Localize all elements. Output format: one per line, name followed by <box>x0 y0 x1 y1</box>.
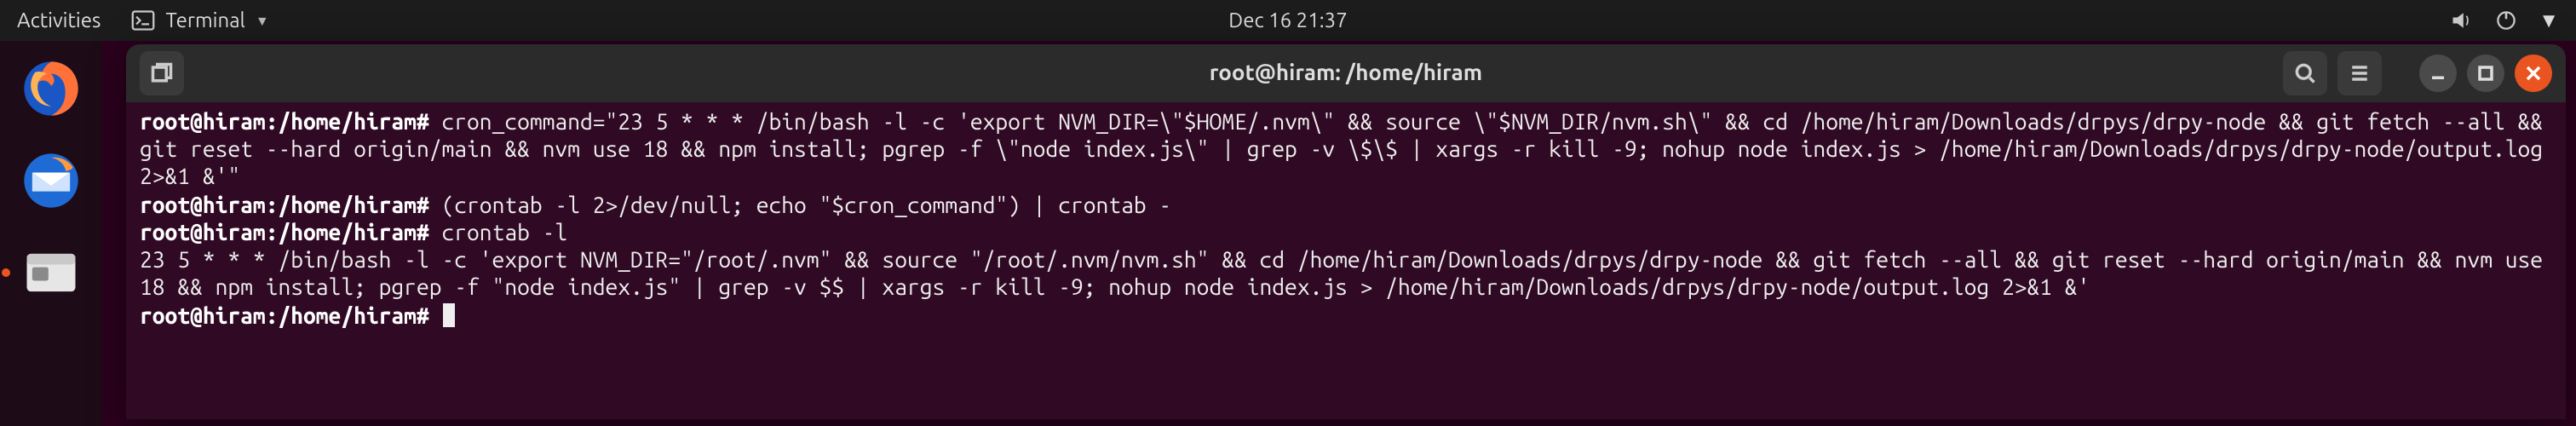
app-menu[interactable]: Terminal ▼ <box>131 9 268 32</box>
prompt: root@hiram:/home/hiram# <box>140 304 442 328</box>
terminal-line: root@hiram:/home/hiram# crontab -l <box>140 220 2552 247</box>
window-title: root@hiram: /home/hiram <box>1210 61 1482 85</box>
terminal-line: root@hiram:/home/hiram# cron_command="23… <box>140 109 2552 192</box>
terminal-line: 23 5 * * * /bin/bash -l -c 'export NVM_D… <box>140 247 2552 302</box>
dock-item-firefox[interactable] <box>14 51 89 126</box>
system-menu-chevron-icon[interactable]: ▼ <box>2539 9 2559 32</box>
minimize-button[interactable] <box>2419 55 2457 92</box>
terminal-text: (crontab -l 2>/dev/null; echo "$cron_com… <box>442 193 1172 217</box>
terminal-text: cron_command="23 5 * * * /bin/bash -l -c… <box>140 111 2556 190</box>
terminal-line: root@hiram:/home/hiram# <box>140 302 2552 330</box>
close-button[interactable] <box>2515 55 2552 92</box>
dock <box>0 41 102 426</box>
terminal-window: root@hiram: /home/hiram root@hiram:/home… <box>126 44 2566 419</box>
prompt: root@hiram:/home/hiram# <box>140 193 442 217</box>
clock[interactable]: Dec 16 21:37 <box>1228 9 1347 32</box>
gnome-topbar: Activities Terminal ▼ Dec 16 21:37 ▼ <box>0 0 2576 41</box>
dock-item-files[interactable] <box>14 235 89 310</box>
terminal-body[interactable]: root@hiram:/home/hiram# cron_command="23… <box>126 102 2566 419</box>
activities-button[interactable]: Activities <box>17 9 101 32</box>
power-icon[interactable] <box>2494 9 2518 32</box>
terminal-icon <box>131 9 155 32</box>
window-titlebar: root@hiram: /home/hiram <box>126 44 2566 102</box>
terminal-line: root@hiram:/home/hiram# (crontab -l 2>/d… <box>140 192 2552 219</box>
search-button[interactable] <box>2283 51 2327 95</box>
dock-item-thunderbird[interactable] <box>14 143 89 218</box>
chevron-down-icon: ▼ <box>256 13 269 28</box>
prompt: root@hiram:/home/hiram# <box>140 111 442 135</box>
terminal-text: crontab -l <box>442 222 568 245</box>
new-tab-button[interactable] <box>140 51 184 95</box>
volume-icon[interactable] <box>2450 9 2474 32</box>
cursor <box>444 302 456 326</box>
hamburger-menu-button[interactable] <box>2337 51 2382 95</box>
app-menu-label: Terminal <box>165 9 244 32</box>
terminal-text: 23 5 * * * /bin/bash -l -c 'export NVM_D… <box>140 249 2556 300</box>
prompt: root@hiram:/home/hiram# <box>140 222 442 245</box>
maximize-button[interactable] <box>2467 55 2504 92</box>
